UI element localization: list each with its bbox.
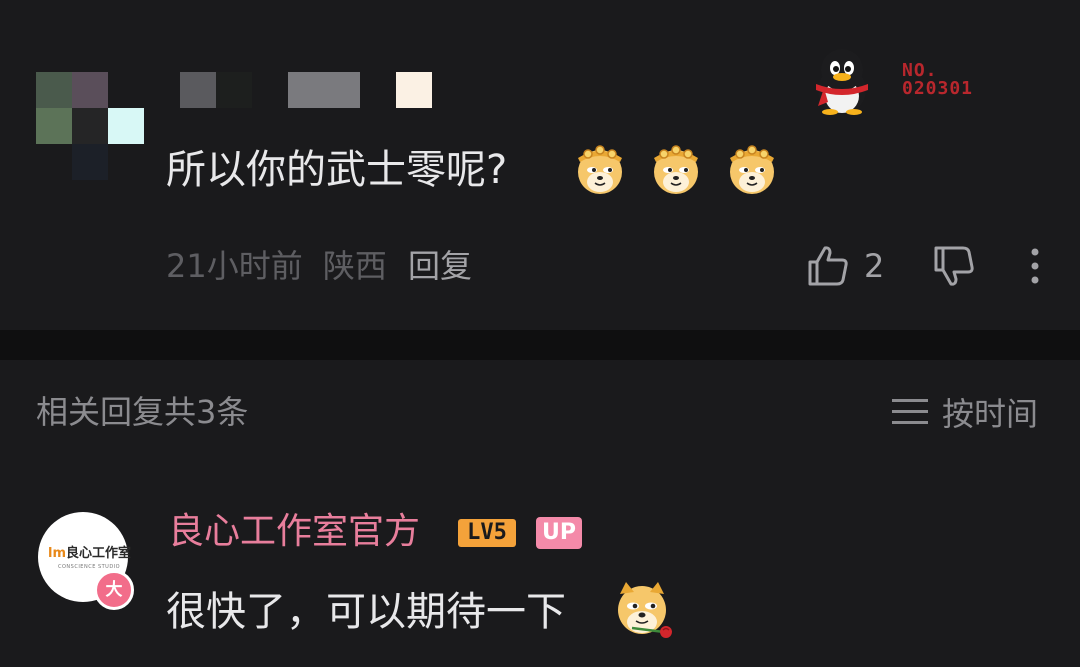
big-member-badge: 大: [94, 570, 134, 610]
doge-monkey-king-emoji: [654, 145, 698, 194]
doge-rose-emoji: [618, 582, 672, 638]
like-button[interactable]: 2: [806, 244, 884, 288]
studio-logo: lm良心工作室: [48, 546, 132, 561]
comment-text: 所以你的武士零呢?: [166, 147, 508, 193]
comment-avatar[interactable]: [36, 72, 144, 180]
penguin-pendant-icon: [816, 49, 868, 115]
comment-card: [0, 0, 1080, 330]
reply-author-name[interactable]: 良心工作室官方: [168, 508, 420, 556]
menu-lines-icon: [892, 399, 928, 424]
doge-monkey-king-emoji: [578, 145, 622, 194]
comment-location: 陕西: [322, 247, 387, 285]
up-badge: UP: [536, 517, 582, 549]
reply-text: 很快了，可以期待一下: [166, 589, 566, 635]
reply-button[interactable]: 回复: [408, 246, 472, 286]
sort-by-time-button[interactable]: 按时间: [892, 392, 1039, 433]
thumbs-up-icon: [808, 246, 848, 286]
comment-emoji-row: [572, 140, 780, 196]
like-count: 2: [864, 247, 885, 285]
section-divider: [0, 330, 1080, 360]
more-options-icon[interactable]: [1024, 246, 1046, 286]
level-badge: LV5: [458, 519, 516, 547]
comment-time: 21小时前: [166, 247, 303, 285]
thumbs-down-icon[interactable]: [932, 244, 976, 288]
sort-label: 按时间: [942, 395, 1039, 433]
comment-meta: 21小时前 陕西: [166, 246, 387, 286]
fan-medal-number: NO. 020301: [902, 60, 974, 99]
replies-count-label: 相关回复共3条: [36, 393, 249, 431]
studio-logo-subtitle: CONSCIENCE STUDIO: [58, 564, 121, 570]
doge-monkey-king-emoji: [730, 145, 774, 194]
